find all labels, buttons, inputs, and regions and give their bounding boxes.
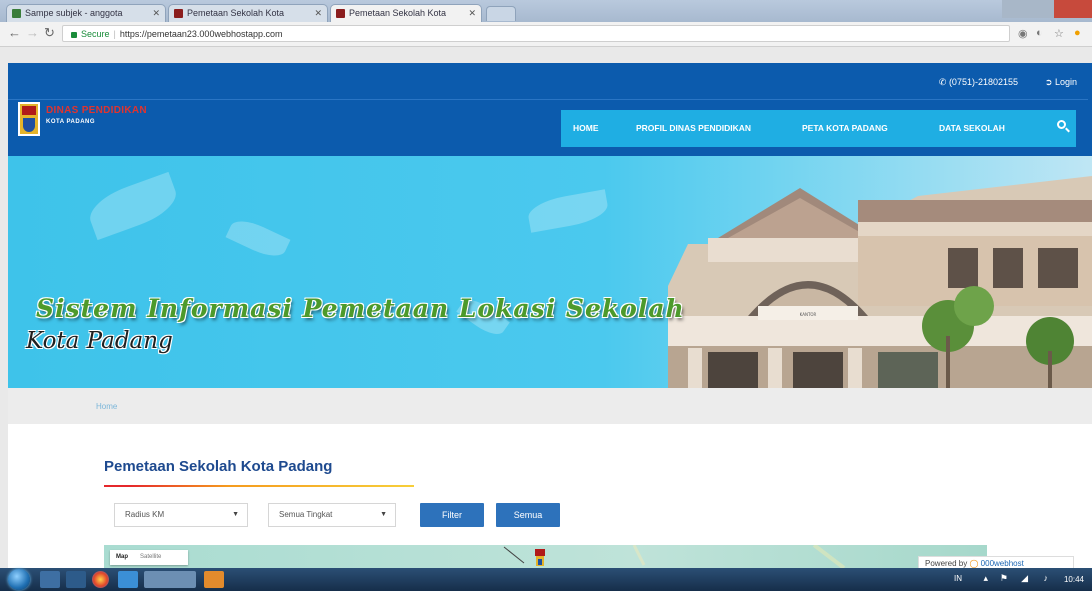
site-header: ✆ (0751)-21802155 ➲ Login DINAS PENDIDIK… (8, 63, 1092, 156)
start-button-icon[interactable] (8, 569, 30, 590)
tray-arrow-icon[interactable]: ▴ (983, 573, 988, 584)
chrome-taskbar-icon[interactable] (92, 571, 109, 588)
lock-icon (71, 31, 77, 38)
taskbar-app-icon[interactable] (66, 571, 86, 588)
tray-clock[interactable]: 10:44 (1064, 575, 1084, 584)
forward-arrow-icon[interactable]: → (26, 25, 39, 40)
tab-favicon-icon (12, 9, 21, 18)
map-type-satellite-tab[interactable]: Satellite (140, 550, 161, 565)
tab-close-icon[interactable]: ✕ (152, 5, 160, 22)
phone-icon: ✆ (938, 77, 949, 87)
webhost-logo-icon: ◯ (969, 559, 981, 568)
level-select[interactable]: Semua Tingkat ▼ (268, 503, 396, 527)
show-all-button[interactable]: Semua (496, 503, 560, 527)
os-taskbar: IN ▴ ⚑ ◢ ♪ 10:44 (0, 568, 1092, 591)
school-building-image: KANTOR (668, 176, 1092, 388)
taskbar-app-icon[interactable] (204, 571, 224, 588)
radius-select[interactable]: Radius KM ▼ (114, 503, 248, 527)
banner-title: Sistem Informasi Pemetaan Lokasi Sekolah (36, 294, 685, 323)
decorative-leaf (225, 214, 291, 263)
login-icon: ➲ (1044, 77, 1055, 87)
map-type-control: Map Satellite (110, 550, 188, 565)
school-marker-icon[interactable] (532, 547, 548, 568)
tab-label: Sampe subjek - anggota (25, 8, 123, 18)
url-input[interactable]: Secure | https://pemetaan23.000webhostapp.… (62, 25, 1010, 42)
decorative-leaf (526, 189, 610, 233)
chevron-down-icon: ▼ (232, 511, 239, 518)
tray-volume-icon[interactable]: ♪ (1044, 573, 1049, 583)
minimize-button[interactable] (1002, 0, 1028, 18)
level-select-value: Semua Tingkat (279, 510, 333, 519)
nav-peta-kota-padang[interactable]: PETA KOTA PADANG (802, 123, 888, 133)
taskbar-app-icon[interactable] (40, 571, 60, 588)
nav-home[interactable]: HOME (573, 123, 599, 133)
phone-text: (0751)-21802155 (948, 77, 1018, 87)
tray-flag-icon[interactable]: ⚑ (1000, 573, 1008, 584)
tab-close-icon[interactable]: ✕ (314, 5, 322, 22)
browser-address-bar: ← → ↻ Secure | https://pemetaan23.000webho… (0, 22, 1092, 47)
tray-network-icon[interactable]: ◢ (1021, 573, 1028, 584)
hero-banner: KANTOR Sistem Informasi Pemetaan Lokasi … (8, 156, 1092, 388)
map-view[interactable]: Map Satellite (104, 545, 987, 568)
login-link[interactable]: ➲ Login (1045, 77, 1077, 88)
nav-data-sekolah[interactable]: DATA SEKOLAH (939, 123, 1005, 133)
section-title: Pemetaan Sekolah Kota Padang (104, 458, 333, 475)
url-text: https://pemetaan23.000webhostapp.com (119, 29, 283, 39)
reload-icon[interactable]: ↻ (44, 25, 55, 41)
window-controls (1002, 0, 1092, 20)
logo-title[interactable]: DINAS PENDIDIKAN (46, 105, 147, 116)
banner-subtitle: Kota Padang (26, 328, 173, 354)
browser-tab-3-active[interactable]: Pemetaan Sekolah Kota ✕ (330, 4, 482, 22)
powered-by-prefix: Powered by (925, 559, 968, 568)
logo-emblem-icon[interactable] (18, 102, 40, 136)
secure-label: Secure (81, 29, 110, 39)
taskbar-app-icon[interactable] (144, 571, 196, 588)
map-type-map-tab[interactable]: Map (116, 550, 128, 565)
logo-subtitle: KOTA PADANG (46, 119, 96, 125)
tab-favicon-icon (174, 9, 183, 18)
header-divider (8, 99, 1088, 100)
browser-tab-1[interactable]: Sampe subjek - anggota ✕ (6, 4, 166, 22)
breadcrumb-home-link[interactable]: Home (96, 402, 117, 411)
tab-label: Pemetaan Sekolah Kota (187, 8, 285, 18)
phone-contact[interactable]: ✆ (0751)-21802155 (939, 77, 1018, 88)
bookmark-star-icon[interactable]: ☆ (1054, 27, 1064, 40)
decorative-leaf (83, 171, 183, 241)
main-content: Pemetaan Sekolah Kota Padang Radius KM ▼… (8, 424, 1092, 568)
new-tab-button[interactable] (486, 6, 516, 21)
extension-icon[interactable]: ◉ (1018, 27, 1028, 40)
radius-select-value: Radius KM (125, 510, 165, 519)
filter-button[interactable]: Filter (420, 503, 484, 527)
login-label: Login (1054, 77, 1077, 87)
browser-tab-bar: Sampe subjek - anggota ✕ Pemetaan Sekola… (0, 0, 1092, 22)
chevron-down-icon: ▼ (380, 511, 387, 518)
svg-text:KANTOR: KANTOR (800, 312, 817, 317)
title-underline (104, 485, 414, 487)
main-nav: HOME PROFIL DINAS PENDIDIKAN PETA KOTA P… (561, 110, 1076, 147)
taskbar-app-icon[interactable] (118, 571, 138, 588)
tab-label: Pemetaan Sekolah Kota (349, 8, 447, 18)
powered-by-brand: 000webhost (980, 559, 1024, 568)
maximize-button[interactable] (1028, 0, 1054, 18)
nav-profil-dinas-pendidikan[interactable]: PROFIL DINAS PENDIDIKAN (636, 123, 751, 133)
close-window-button[interactable] (1054, 0, 1092, 18)
tab-favicon-icon (336, 9, 345, 18)
browser-tab-2[interactable]: Pemetaan Sekolah Kota ✕ (168, 4, 328, 22)
search-icon[interactable] (1057, 120, 1066, 129)
extension-icon[interactable]: ● (1074, 27, 1081, 39)
breadcrumb: Home (8, 388, 1092, 424)
tab-close-icon[interactable]: ✕ (468, 5, 476, 22)
back-arrow-icon[interactable]: ← (8, 25, 21, 40)
extension-icon[interactable]: ◐ (1036, 27, 1043, 39)
tray-language-icon[interactable]: IN (954, 574, 962, 583)
